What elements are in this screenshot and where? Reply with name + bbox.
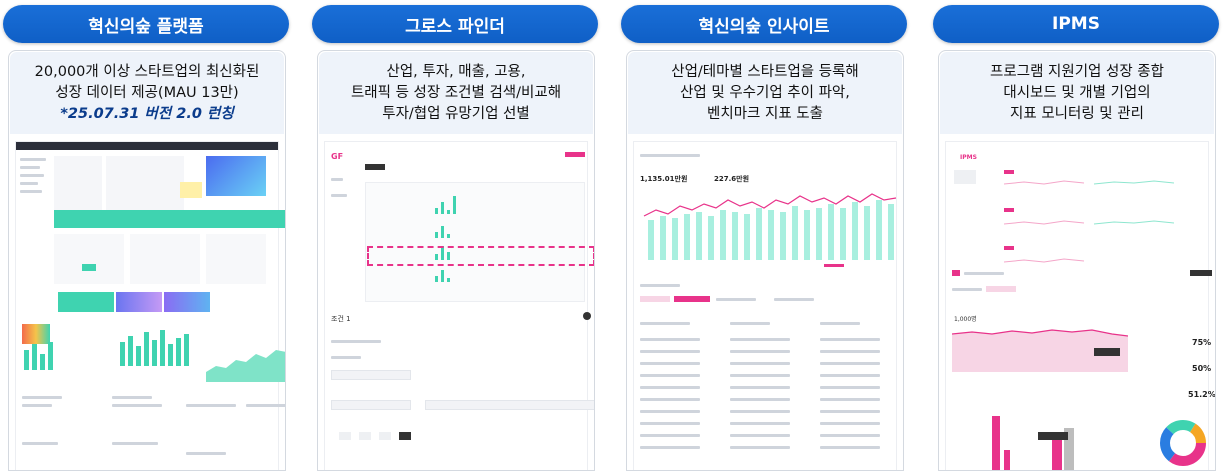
insight-desc-line-2: 산업 및 우수기업 추이 파악, <box>680 84 850 101</box>
platform-desc-line-1: 20,000개 이상 스타트업의 최신화된 <box>34 63 260 80</box>
ipms-kpi-1: 75% <box>1192 338 1212 347</box>
ipms-desc-line-3: 지표 모니터링 및 관리 <box>1010 105 1144 122</box>
insight-description: 산업/테마별 스타트업을 등록해 산업 및 우수기업 추이 파악, 벤치마크 지… <box>628 52 902 134</box>
gf-mini-bar-charts <box>435 196 456 282</box>
ipms-desc-line-2: 대시보드 및 개별 기업의 <box>1003 84 1151 101</box>
ipms-thumb-brand: IPMS <box>960 154 977 161</box>
platform-thumb-area-chart <box>206 350 285 382</box>
growth-finder-title-pill[interactable]: 그로스 파인더 <box>312 5 598 43</box>
gf-condition-label: 조건 1 <box>331 315 351 323</box>
growth-finder-desc-line-2: 트래픽 등 성장 조건별 검색/비교해 <box>350 84 562 101</box>
ipms-bar-chart <box>992 416 1074 470</box>
ipms-column: IPMS 프로그램 지원기업 성장 종합 대시보드 및 개별 기업의 지표 모니… <box>930 0 1222 471</box>
ipms-donut-chart <box>1160 420 1206 466</box>
growth-finder-card: 산업, 투자, 매출, 고용, 트래픽 등 성장 조건별 검색/비교해 투자/협… <box>317 50 595 471</box>
insight-card: 산업/테마별 스타트업을 등록해 산업 및 우수기업 추이 파악, 벤치마크 지… <box>626 50 904 471</box>
insight-combo-chart <box>643 193 897 260</box>
gf-logo: GF <box>331 152 344 161</box>
insight-desc-line-1: 산업/테마별 스타트업을 등록해 <box>671 63 859 80</box>
ipms-kpi-3: 51.2% <box>1188 390 1216 399</box>
platform-screenshot-thumbnail <box>15 141 285 470</box>
insight-screenshot-thumbnail: 1,135.01만원 227.6만원 <box>633 141 897 470</box>
growth-finder-screenshot-thumbnail: GF 조건 1 <box>324 141 594 470</box>
platform-launch-note: *25.07.31 버전 2.0 런칭 <box>60 105 234 122</box>
gf-highlighted-row <box>367 246 594 266</box>
platform-desc-line-2: 성장 데이터 제공(MAU 13만) <box>55 84 239 101</box>
platform-description: 20,000개 이상 스타트업의 최신화된 성장 데이터 제공(MAU 13만)… <box>10 52 284 134</box>
ipms-title-pill[interactable]: IPMS <box>933 5 1219 43</box>
platform-thumb-bar-chart <box>120 330 189 366</box>
ipms-kpi-2: 50% <box>1192 364 1212 373</box>
ipms-desc-line-1: 프로그램 지원기업 성장 종합 <box>990 63 1164 80</box>
ipms-area-chart <box>952 329 1128 372</box>
ipms-card: 프로그램 지원기업 성장 종합 대시보드 및 개별 기업의 지표 모니터링 및 … <box>938 50 1216 471</box>
platform-thumb-topbar <box>16 142 278 150</box>
platform-title-pill[interactable]: 혁신의숲 플랫폼 <box>3 5 289 43</box>
platform-column: 혁신의숲 플랫폼 20,000개 이상 스타트업의 최신화된 성장 데이터 제공… <box>0 0 292 471</box>
insight-stat-1: 1,135.01만원 <box>640 175 688 183</box>
insight-column: 혁신의숲 인사이트 산업/테마별 스타트업을 등록해 산업 및 우수기업 추이 … <box>618 0 910 471</box>
ipms-screenshot-thumbnail: IPMS 1,000명 75% 50% 51.2% <box>945 141 1215 470</box>
insight-desc-line-3: 벤치마크 지표 도출 <box>707 105 823 122</box>
platform-card: 20,000개 이상 스타트업의 최신화된 성장 데이터 제공(MAU 13만)… <box>8 50 286 471</box>
platform-thumb-mint-banner <box>54 210 285 228</box>
insight-stat-2: 227.6만원 <box>714 175 750 183</box>
growth-finder-desc-line-3: 투자/협업 유망기업 선별 <box>382 105 530 122</box>
growth-finder-description: 산업, 투자, 매출, 고용, 트래픽 등 성장 조건별 검색/비교해 투자/협… <box>319 52 593 134</box>
ipms-description: 프로그램 지원기업 성장 종합 대시보드 및 개별 기업의 지표 모니터링 및 … <box>940 52 1214 134</box>
insight-title-pill[interactable]: 혁신의숲 인사이트 <box>621 5 907 43</box>
platform-thumb-banner <box>206 156 266 196</box>
growth-finder-column: 그로스 파인더 산업, 투자, 매출, 고용, 트래픽 등 성장 조건별 검색/… <box>309 0 601 471</box>
growth-finder-desc-line-1: 산업, 투자, 매출, 고용, <box>386 63 526 80</box>
